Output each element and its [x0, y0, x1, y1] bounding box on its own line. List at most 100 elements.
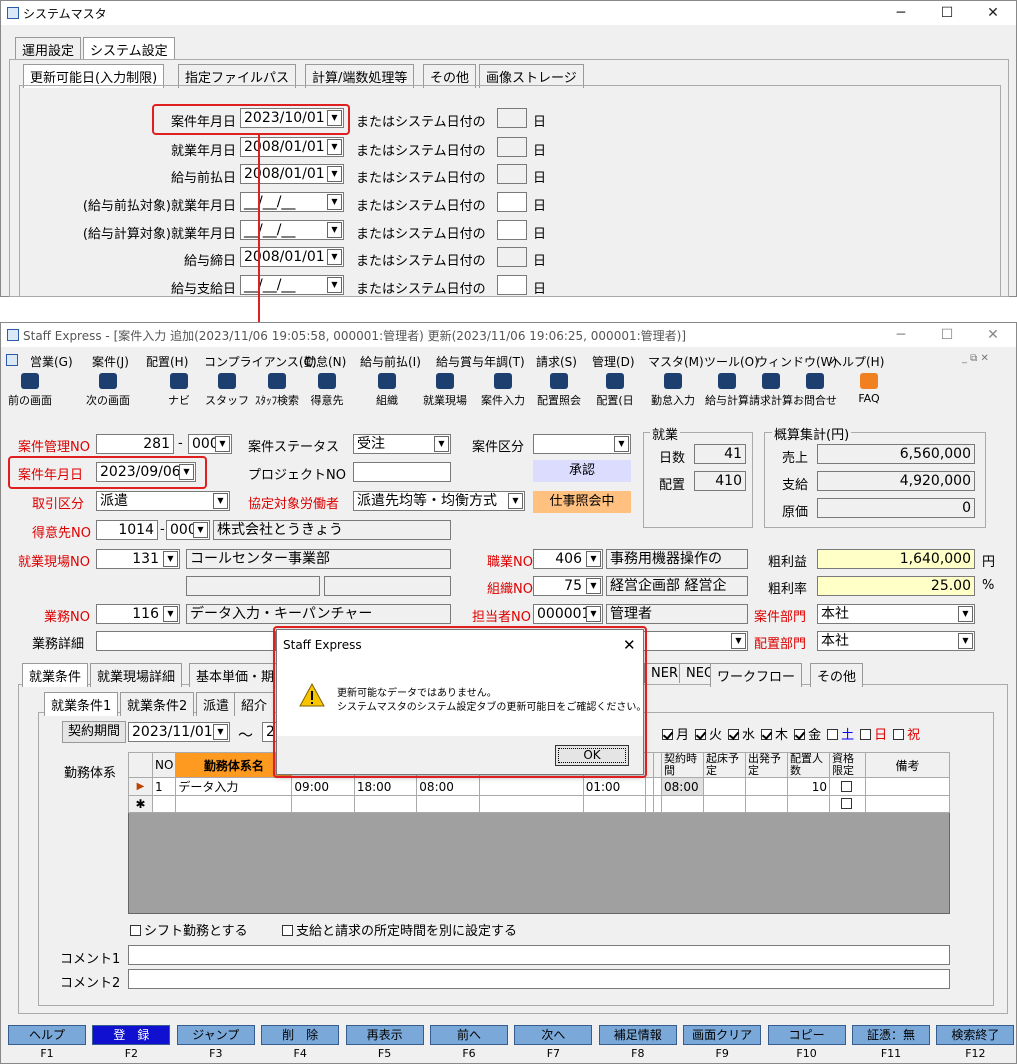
toolbar-button[interactable]: 配置(日 [590, 373, 640, 408]
toolbar-button[interactable]: 請求計算 [746, 373, 796, 408]
grid-new-cell[interactable] [645, 795, 655, 813]
grid-new-cell[interactable] [291, 795, 355, 813]
toolbar-button[interactable]: 組織 [362, 373, 412, 408]
tanto-no-input[interactable]: 000001 ▼ [533, 604, 603, 624]
haichi-bumon-select[interactable]: 本社 ▼ [817, 631, 975, 651]
grid-new-cell[interactable] [661, 795, 704, 813]
menu-item[interactable]: 給与前払(I) [360, 353, 421, 370]
weekday-checkbox[interactable] [695, 729, 707, 740]
grid-new-cell[interactable] [175, 795, 293, 813]
tokui-no-input[interactable]: 1014 [96, 520, 158, 540]
tab-kihon[interactable]: 基本単価・期 [189, 663, 282, 687]
chevron-down-icon[interactable]: ▼ [213, 493, 228, 509]
weekday-option[interactable]: 土 [827, 728, 854, 743]
grid-cell-shuppatsu[interactable] [745, 777, 788, 796]
chevron-down-icon[interactable]: ▼ [327, 222, 342, 238]
close-icon[interactable]: ✕ [970, 327, 1016, 343]
fkey-button[interactable]: 前へ [430, 1025, 508, 1045]
grid-new-cell[interactable] [582, 795, 647, 813]
weekday-checkbox[interactable] [794, 729, 806, 740]
toolbar-button[interactable]: FAQ [844, 373, 894, 405]
close-icon[interactable]: ✕ [970, 5, 1016, 21]
separate-option[interactable]: 支給と請求の所定時間を別に設定する [282, 920, 517, 939]
fkey-button[interactable]: 次へ [514, 1025, 593, 1045]
weekday-option[interactable]: 火 [695, 728, 722, 743]
toolbar-button[interactable]: 前の画面 [0, 373, 60, 408]
toolbar-button[interactable]: お問合せ [790, 373, 840, 408]
kanri-no-input[interactable]: 281 [96, 434, 174, 454]
grid-new-cell[interactable] [653, 795, 662, 813]
toolbar-button[interactable]: 配置照会 [534, 373, 584, 408]
weekday-checkbox[interactable] [761, 729, 773, 740]
toolbar-button[interactable]: 次の画面 [78, 373, 138, 408]
subtab-joken1[interactable]: 就業条件1 [44, 692, 119, 716]
fkey-button[interactable]: 補足情報 [598, 1025, 677, 1045]
chevron-down-icon[interactable]: ▼ [434, 436, 449, 452]
shikaku-checkbox[interactable] [840, 780, 852, 792]
status-select[interactable]: 受注 ▼ [353, 434, 451, 454]
chevron-down-icon[interactable]: ▼ [614, 436, 629, 452]
comment1-input[interactable] [128, 945, 950, 965]
weekday-option[interactable]: 月 [662, 728, 689, 743]
grid-cell-kisho[interactable] [703, 777, 746, 796]
chevron-down-icon[interactable]: ▼ [958, 633, 973, 649]
minimize-icon[interactable]: ─ [878, 327, 924, 343]
top-row-days[interactable] [497, 164, 527, 184]
minimize-icon[interactable]: ─ [878, 5, 924, 21]
menu-item[interactable]: ツール(O) [704, 353, 759, 370]
chevron-down-icon[interactable]: ▼ [586, 578, 601, 594]
weekday-checkbox[interactable] [728, 729, 740, 740]
grid-cell-rest[interactable]: 01:00 [582, 777, 647, 796]
chevron-down-icon[interactable]: ▼ [193, 522, 208, 538]
grid-cell-t[interactable]: 08:00 [416, 777, 480, 796]
grid-cell-shikaku[interactable] [829, 777, 866, 796]
chevron-down-icon[interactable]: ▼ [163, 606, 178, 622]
grid-cell-ninzu[interactable]: 10 [787, 777, 830, 796]
project-input[interactable] [353, 462, 451, 482]
toolbar-button[interactable]: スタッフ [202, 373, 252, 408]
top-row-days[interactable] [497, 192, 527, 212]
tab-workflow[interactable]: ワークフロー [710, 663, 803, 687]
fkey-button[interactable]: 再表示 [345, 1025, 424, 1045]
anken-bumon-select[interactable]: 本社 ▼ [817, 604, 975, 624]
toolbar-button[interactable]: 就業現場 [420, 373, 470, 408]
grid-cell-no[interactable]: 1 [151, 777, 177, 796]
top-row-days[interactable] [497, 108, 527, 128]
maximize-icon[interactable]: ☐ [924, 327, 970, 343]
shift-checkbox[interactable] [130, 925, 141, 936]
grid-new-cell[interactable] [865, 795, 950, 813]
menu-item[interactable]: コンプライアンス(C) [204, 353, 317, 370]
chevron-down-icon[interactable]: ▼ [586, 606, 601, 622]
fkey-button[interactable]: 登 録 [92, 1025, 171, 1045]
subtab-joken2[interactable]: 就業条件2 [120, 692, 195, 716]
weekday-option[interactable]: 祝 [893, 728, 920, 743]
chevron-down-icon[interactable]: ▼ [327, 139, 342, 155]
chevron-down-icon[interactable]: ▼ [586, 551, 601, 567]
subtab-haken[interactable]: 派遣 [196, 692, 237, 716]
kyotei-select[interactable]: 派遣先均等・均衡方式 ▼ [353, 491, 525, 511]
weekday-checkbox[interactable] [827, 729, 839, 740]
chevron-down-icon[interactable]: ▼ [327, 249, 342, 265]
grid-cell-blank3[interactable] [653, 777, 662, 796]
comment2-input[interactable] [128, 969, 950, 989]
fkey-button[interactable]: コピー [767, 1025, 846, 1045]
top-row-days[interactable] [497, 137, 527, 157]
menu-item[interactable]: 営業(G) [30, 353, 73, 370]
separate-checkbox[interactable] [282, 925, 293, 936]
keiyaku-from[interactable]: 2023/11/01 ▼ [128, 722, 230, 742]
grid-cell-end[interactable]: 18:00 [353, 777, 418, 796]
kanri-sub-select[interactable]: 000 ▼ [188, 434, 232, 454]
weekday-checkbox[interactable] [662, 729, 673, 740]
top-row-days[interactable] [497, 247, 527, 267]
menu-item[interactable]: 配置(H) [146, 353, 188, 370]
weekday-checkbox[interactable] [860, 729, 872, 740]
grid-new-cell[interactable] [703, 795, 746, 813]
fkey-button[interactable]: 画面クリア [683, 1025, 762, 1045]
gyomu-no-input[interactable]: 116 ▼ [96, 604, 180, 624]
fkey-button[interactable]: ジャンプ [176, 1025, 255, 1045]
tab-other[interactable]: その他 [810, 663, 864, 687]
toolbar-button[interactable]: 給与計算 [702, 373, 752, 408]
menu-item[interactable]: 勤怠(N) [304, 353, 346, 370]
weekday-checkbox[interactable] [893, 729, 905, 740]
grid-new-shikaku[interactable] [829, 795, 866, 813]
